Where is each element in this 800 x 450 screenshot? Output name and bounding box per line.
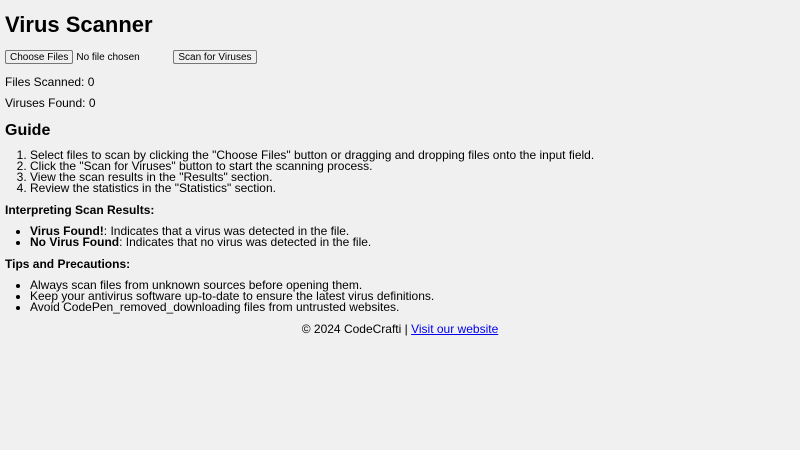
file-status-text: No file chosen <box>76 51 140 63</box>
page: Virus Scanner Choose Files No file chose… <box>0 0 800 336</box>
guide-step: Review the statistics in the "Statistics… <box>30 182 795 194</box>
visit-website-link[interactable]: Visit our website <box>411 322 498 336</box>
interpreting-heading: Interpreting Scan Results: <box>5 203 155 217</box>
footer: © 2024 CodeCrafti | Visit our website <box>5 322 795 336</box>
copyright-text: © 2024 CodeCrafti | <box>301 322 412 336</box>
tips-heading: Tips and Precautions: <box>5 257 131 271</box>
upload-row: Choose Files No file chosen Scan for Vir… <box>5 50 795 64</box>
list-item: Avoid CodePen_removed_downloading files … <box>30 301 795 313</box>
files-scanned-label: Files Scanned: <box>5 75 88 89</box>
result-term: No Virus Found <box>30 235 120 249</box>
list-item: No Virus Found: Indicates that no virus … <box>30 235 795 249</box>
guide-heading: Guide <box>5 122 51 139</box>
interpreting-list: Virus Found!: Indicates that a virus was… <box>5 225 795 249</box>
choose-files-button[interactable]: Choose Files <box>5 50 74 64</box>
page-title: Virus Scanner <box>5 12 153 37</box>
files-scanned-stat: Files Scanned: 0 <box>5 75 795 89</box>
viruses-found-label: Viruses Found: <box>5 96 89 110</box>
viruses-found-stat: Viruses Found: 0 <box>5 96 795 110</box>
tips-list: Always scan files from unknown sources b… <box>5 279 795 313</box>
files-scanned-value: 0 <box>87 75 95 89</box>
viruses-found-value: 0 <box>88 96 96 110</box>
guide-steps-list: Select files to scan by clicking the "Ch… <box>5 149 795 194</box>
scan-for-viruses-button[interactable]: Scan for Viruses <box>173 50 257 64</box>
result-description: : Indicates that no virus was detected i… <box>119 235 372 249</box>
